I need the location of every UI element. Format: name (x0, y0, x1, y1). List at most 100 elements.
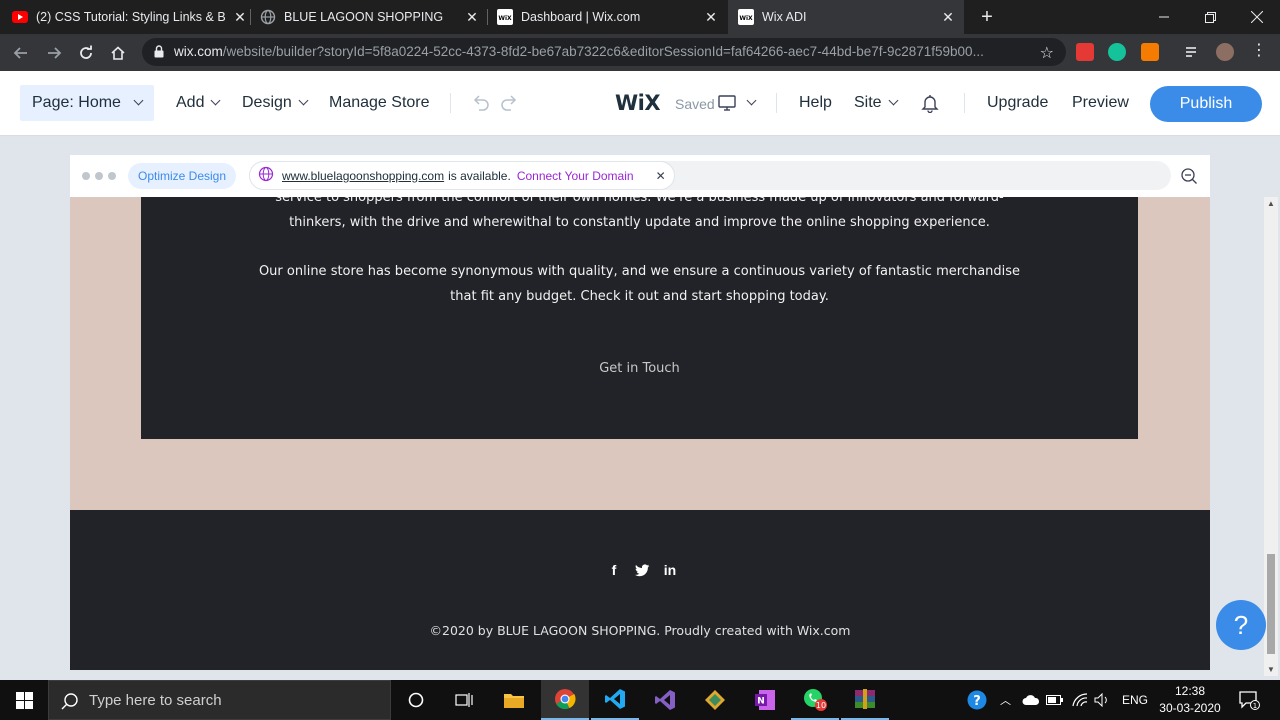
app-icon[interactable] (691, 680, 739, 720)
help-menu[interactable]: Help (799, 94, 832, 112)
action-center-icon[interactable]: 1 (1238, 680, 1260, 720)
device-switcher[interactable] (718, 95, 757, 116)
restore-button[interactable] (1187, 0, 1233, 34)
tab-wix-adi[interactable]: WiX Wix ADI ✕ (728, 0, 964, 34)
redo-icon[interactable] (500, 95, 518, 116)
design-menu[interactable]: Design (242, 94, 309, 112)
profile-avatar[interactable] (1216, 43, 1234, 61)
forward-arrow-icon[interactable] (41, 40, 67, 66)
domain-bar: www.bluelagoonshopping.com is available.… (249, 161, 1171, 190)
close-tab-icon[interactable]: ✕ (464, 9, 480, 25)
help-tray-icon[interactable]: ? (966, 680, 988, 720)
facebook-icon[interactable]: f (606, 562, 622, 578)
get-in-touch-link[interactable]: Get in Touch (141, 356, 1138, 381)
scroll-down-arrow[interactable]: ▼ (1267, 665, 1275, 674)
chevron-down-icon (211, 95, 221, 105)
svg-text:WiX: WiX (739, 15, 753, 22)
divider (776, 93, 777, 113)
close-tab-icon[interactable]: ✕ (940, 9, 956, 25)
site-frame-topbar: Optimize Design www.bluelagoonshopping.c… (70, 155, 1210, 197)
address-bar[interactable]: wix.com/website/builder?storyId=5f8a0224… (142, 38, 1066, 66)
about-paragraph-2: Our online store has become synonymous w… (141, 259, 1138, 309)
winrar-icon[interactable] (841, 680, 889, 720)
page-selector[interactable]: Page: Home (20, 85, 154, 121)
wix-icon: WiX (497, 9, 513, 25)
browser-menu-icon[interactable]: ⋮ (1250, 43, 1268, 61)
lock-icon (154, 45, 164, 63)
site-menu-label: Site (854, 94, 882, 111)
volume-icon[interactable] (1094, 680, 1110, 720)
close-tab-icon[interactable]: ✕ (703, 9, 719, 25)
language-indicator[interactable]: ENG (1122, 680, 1148, 720)
system-clock[interactable]: 12:38 30-03-2020 (1150, 683, 1230, 717)
task-view-icon[interactable] (440, 680, 488, 720)
chevron-down-icon (298, 95, 309, 105)
about-text-line: thinkers, with the drive and wherewithal… (289, 215, 990, 230)
whatsapp-badge: 10 (816, 701, 826, 710)
divider (964, 93, 965, 113)
new-tab-button[interactable]: + (976, 6, 998, 28)
notifications-bell-icon[interactable] (920, 93, 940, 118)
taskbar-search-box[interactable]: Type here to search (48, 680, 391, 720)
undo-icon[interactable] (472, 95, 490, 116)
minimize-button[interactable] (1141, 0, 1187, 34)
whatsapp-icon[interactable]: 10 (791, 680, 839, 720)
visual-studio-icon[interactable] (641, 680, 689, 720)
page-selector-label: Page: Home (32, 94, 121, 111)
publish-button[interactable]: Publish (1150, 86, 1262, 122)
optimize-design-button[interactable]: Optimize Design (128, 163, 237, 189)
close-window-button[interactable] (1234, 0, 1280, 34)
preview-label: Preview (1072, 94, 1129, 111)
back-arrow-icon[interactable] (8, 40, 34, 66)
windows-start-icon[interactable] (0, 680, 48, 720)
onenote-icon[interactable]: N (741, 680, 789, 720)
close-tab-icon[interactable]: ✕ (232, 9, 248, 25)
scroll-up-arrow[interactable]: ▲ (1267, 199, 1275, 208)
wix-editor-topbar: Page: Home Add Design Manage Store WiX S… (0, 71, 1280, 136)
linkedin-icon[interactable]: in (662, 562, 678, 578)
home-icon[interactable] (105, 40, 131, 66)
site-preview-frame: service to shoppers from the comfort of … (70, 155, 1210, 670)
close-icon[interactable]: ✕ (656, 169, 666, 183)
canvas-scrollbar[interactable]: ▲ ▼ (1264, 197, 1278, 676)
footer-copyright: ©2020 by BLUE LAGOON SHOPPING. Proudly c… (429, 623, 851, 638)
wifi-icon[interactable] (1072, 680, 1088, 720)
about-section[interactable]: service to shoppers from the comfort of … (141, 190, 1138, 439)
extension-icon[interactable] (1141, 43, 1159, 61)
vscode-icon[interactable] (591, 680, 639, 720)
zoom-icon[interactable] (1180, 167, 1198, 190)
tab-wix-dashboard[interactable]: WiX Dashboard | Wix.com ✕ (497, 0, 719, 34)
social-bar: f in (606, 562, 678, 578)
reload-icon[interactable] (73, 40, 99, 66)
help-bubble-button[interactable]: ? (1216, 600, 1266, 650)
twitter-icon[interactable] (634, 562, 650, 578)
onedrive-icon[interactable] (1022, 680, 1040, 720)
pocket-extension-icon[interactable] (1076, 43, 1094, 61)
editor-canvas: service to shoppers from the comfort of … (0, 136, 1280, 680)
about-paragraph-2-line-2: that fit any budget. Check it out and st… (450, 289, 829, 304)
tab-youtube[interactable]: (2) CSS Tutorial: Styling Links & B ✕ (12, 0, 248, 34)
grammarly-extension-icon[interactable] (1108, 43, 1126, 61)
svg-text:WiX: WiX (498, 15, 512, 22)
connect-domain-link[interactable]: Connect Your Domain (517, 169, 634, 183)
youtube-icon (12, 9, 28, 25)
battery-icon[interactable] (1046, 680, 1064, 720)
reading-list-icon[interactable] (1184, 43, 1202, 61)
upgrade-link[interactable]: Upgrade (987, 94, 1048, 112)
scrollbar-thumb[interactable] (1267, 554, 1275, 654)
preview-button[interactable]: Preview (1072, 94, 1129, 112)
tab-title: BLUE LAGOON SHOPPING (284, 10, 444, 24)
cortana-icon[interactable] (392, 680, 440, 720)
saved-status: Saved (675, 96, 715, 112)
domain-available-banner: www.bluelagoonshopping.com is available.… (249, 161, 675, 190)
site-menu[interactable]: Site (854, 94, 899, 112)
manage-store-menu[interactable]: Manage Store (329, 94, 430, 112)
svg-text:?: ? (973, 694, 981, 709)
show-hidden-icons-chevron-icon[interactable]: ︿ (1000, 680, 1011, 720)
file-explorer-icon[interactable] (490, 680, 538, 720)
site-footer[interactable]: f in ©2020 by BLUE LAGOON SHOPPING. Prou… (70, 510, 1210, 670)
add-menu[interactable]: Add (176, 94, 221, 112)
bookmark-star-icon[interactable]: ☆ (1040, 43, 1054, 63)
tab-blue-lagoon[interactable]: BLUE LAGOON SHOPPING ✕ (260, 0, 480, 34)
chrome-icon[interactable] (541, 680, 589, 720)
